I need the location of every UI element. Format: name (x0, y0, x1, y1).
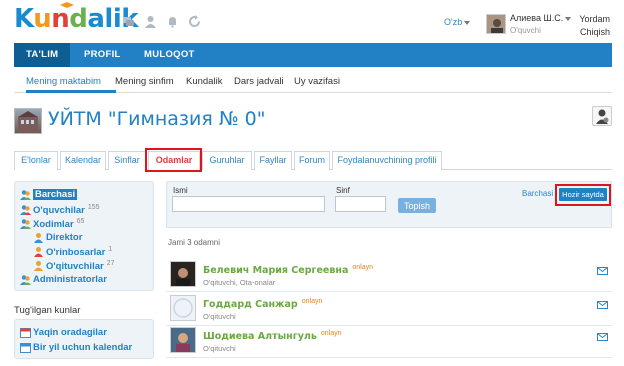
upcoming-birthdays-link[interactable]: Yaqin oradagilar (33, 327, 107, 338)
subnav-my-class[interactable]: Mening sinfim (115, 76, 174, 87)
name-label: Ismi (173, 186, 188, 195)
class-input[interactable] (335, 196, 386, 212)
tab-elonlar[interactable]: E'lonlar (14, 151, 58, 170)
sub-nav: Mening maktabim Mening sinfim Kundalik D… (14, 67, 612, 93)
tab-forum[interactable]: Forum (294, 151, 330, 170)
graduation-cap-icon (60, 2, 74, 8)
kundalik-logo[interactable]: Kundalik (14, 4, 139, 34)
highlight-box-odamlar (145, 148, 202, 172)
tree-item-director[interactable]: Direktor (46, 232, 82, 243)
person-role: O'qituvchi, Ota-onalar (203, 278, 276, 287)
person-photo[interactable] (170, 295, 196, 321)
year-calendar-link[interactable]: Bir yil uchun kalendar (33, 342, 132, 353)
tree-item-admins[interactable]: Administratorlar (33, 274, 107, 285)
class-label: Sinf (336, 186, 350, 195)
birthdays-title: Tug'ilgan kunlar (14, 305, 81, 316)
subnav-schedule[interactable]: Dars jadvali (234, 76, 284, 87)
chevron-down-icon (565, 16, 572, 21)
tree-item-students[interactable]: O'quvchilar 155 (33, 204, 100, 216)
envelope-icon[interactable] (597, 301, 608, 309)
bell-icon[interactable] (166, 15, 179, 28)
find-button[interactable]: Topish (398, 198, 436, 213)
tab-sinflar[interactable]: Sinflar (108, 151, 146, 170)
envelope-icon[interactable] (597, 333, 608, 341)
person-name[interactable]: Шодиева Алтынгуль onlayn (203, 330, 342, 342)
top-header: Kundalik O'zb Алиева Ш.С. O'quvchi Yorda… (0, 0, 624, 42)
teacher-icon (34, 261, 43, 271)
school-image[interactable] (14, 108, 42, 134)
chevron-down-icon (464, 20, 471, 25)
header-links: Yordam Chiqish (579, 13, 610, 39)
tree-item-deputies[interactable]: O'rinbosarlar 1 (46, 246, 112, 258)
calendar-year-icon (20, 343, 31, 353)
school-title: УЙТМ "Гимназия № 0" (48, 108, 266, 130)
nav-talim[interactable]: TA'LIM (14, 43, 71, 67)
calendar-icon (20, 328, 31, 338)
user-role: O'quvchi (510, 26, 541, 35)
person-name[interactable]: Белевич Мария Сергеевна onlayn (203, 264, 373, 276)
logout-link[interactable]: Chiqish (579, 26, 610, 39)
nav-profil[interactable]: PROFIL (72, 43, 133, 67)
tree-item-all[interactable]: Barchasi (33, 189, 78, 200)
birthdays-panel (14, 319, 154, 359)
top-icons (122, 15, 201, 28)
all-link[interactable]: Barchasi (522, 189, 553, 198)
person-role: O'qituvchi (203, 312, 236, 321)
person-photo[interactable] (170, 327, 196, 353)
person-settings-button[interactable] (592, 106, 612, 126)
language-selector[interactable]: O'zb (444, 17, 471, 27)
subnav-my-school[interactable]: Mening maktabim (26, 76, 101, 87)
tree-item-teachers[interactable]: O'qituvchilar 27 (46, 260, 114, 272)
person-role: O'qituvchi (203, 344, 236, 353)
main-nav: TA'LIM PROFIL MULOQOT (14, 43, 612, 67)
deputy-icon (34, 247, 43, 257)
subnav-homework[interactable]: Uy vazifasi (294, 76, 340, 87)
user-menu[interactable]: Алиева Ш.С. (510, 13, 572, 23)
user-avatar[interactable] (486, 14, 506, 34)
tab-bar: E'lonlar Kalendar Sinflar Odamlar Guruhl… (14, 151, 612, 170)
person-row: Шодиева Алтынгуль onlayn O'qituvchi (166, 325, 612, 358)
person-row: Белевич Мария Сергеевна onlayn O'qituvchi… (166, 259, 612, 292)
chat-icon[interactable] (122, 15, 135, 28)
person-row: Годдард Санжар onlayn O'qituvchi (166, 293, 612, 326)
director-icon (34, 233, 43, 243)
highlight-box-online (555, 184, 611, 206)
admins-icon (20, 275, 31, 285)
group-icon (20, 190, 31, 200)
help-link[interactable]: Yordam (579, 13, 610, 26)
tab-user-profile[interactable]: Foydalanuvchining profili (332, 151, 442, 170)
user-icon[interactable] (144, 15, 157, 28)
tab-fayllar[interactable]: Fayllar (254, 151, 292, 170)
active-underline (26, 90, 116, 93)
person-name[interactable]: Годдард Санжар onlayn (203, 298, 322, 310)
envelope-icon[interactable] (597, 267, 608, 275)
tree-item-staff[interactable]: Xodimlar 65 (33, 218, 84, 230)
staff-icon (20, 219, 31, 229)
tab-kalendar[interactable]: Kalendar (60, 151, 106, 170)
refresh-icon[interactable] (188, 15, 201, 28)
name-input[interactable] (172, 196, 325, 212)
students-icon (20, 205, 31, 215)
tab-guruhlar[interactable]: Guruhlar (202, 151, 252, 170)
results-total: Jami 3 odamni (168, 238, 221, 247)
person-photo[interactable] (170, 261, 196, 287)
nav-muloqot[interactable]: MULOQOT (132, 43, 207, 67)
subnav-diary[interactable]: Kundalik (186, 76, 222, 87)
